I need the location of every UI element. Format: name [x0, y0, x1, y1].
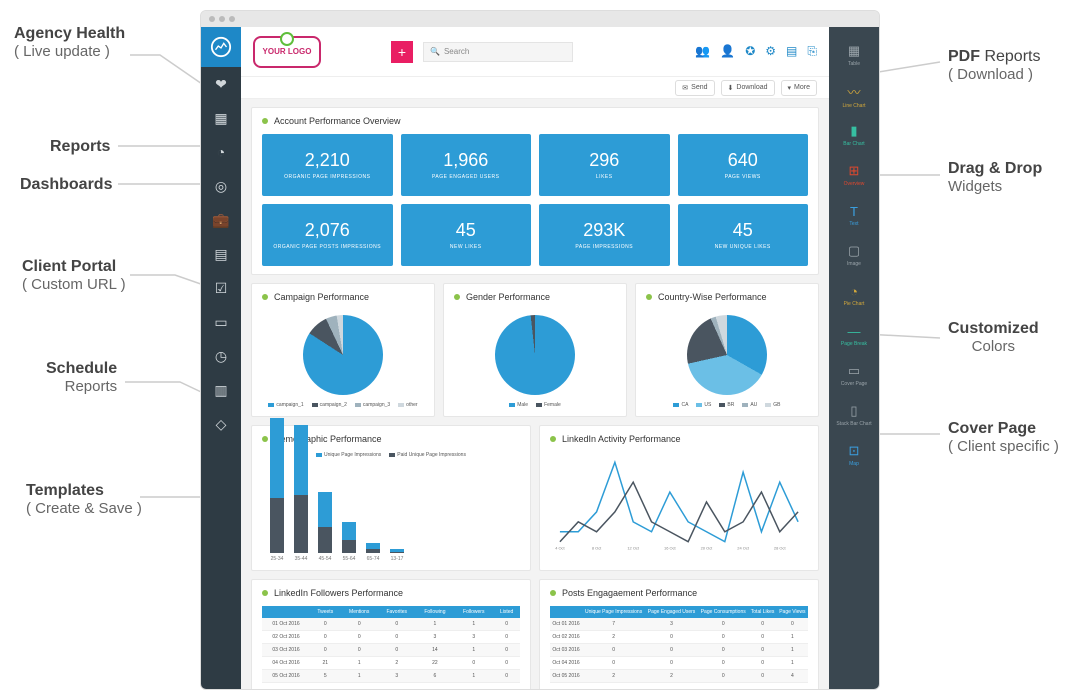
ann-dashboards: Dashboards: [20, 176, 112, 194]
linkedin-activity-title: LinkedIn Activity Performance: [562, 434, 681, 444]
posts-engagement-title: Posts Engagaement Performance: [562, 588, 697, 598]
nav-template-icon[interactable]: ▥: [201, 373, 241, 407]
svg-text:8 Oct: 8 Oct: [592, 546, 602, 551]
gear-icon[interactable]: ⚙: [765, 44, 776, 59]
ann-dragdrop: Drag & DropWidgets: [948, 160, 1042, 196]
nav-check-icon[interactable]: ☑: [201, 271, 241, 305]
nav-health-icon[interactable]: ❤: [201, 67, 241, 101]
metric-tile: 2,076ORGANIC PAGE POSTS IMPRESSIONS: [262, 204, 393, 266]
overview-title: Account Performance Overview: [274, 116, 401, 126]
widget-text[interactable]: TText: [829, 195, 879, 235]
metric-tile: 293KPAGE IMPRESSIONS: [539, 204, 670, 266]
card-linkedin-activity: LinkedIn Activity Performance 4 Oct 8 Oct…: [539, 425, 819, 571]
topbar-icons: 👥 👤 ✪ ⚙ ▤ ⎘: [695, 44, 817, 59]
widget-line-chart[interactable]: 〰Line Chart: [829, 75, 879, 115]
export-icon[interactable]: ⎘: [807, 44, 817, 59]
ann-client-portal: Client Portal( Custom URL ): [22, 258, 126, 294]
search-input[interactable]: 🔍 Search: [423, 42, 573, 62]
sidebar: ❤ ▦ ◔ ◎ 💼 ▤ ☑ ▭ ◷ ▥ ◇: [201, 27, 241, 689]
metric-tile: 45NEW LIKES: [401, 204, 532, 266]
download-button[interactable]: ⬇Download: [721, 80, 775, 96]
widget-stack-bar-chart[interactable]: ▯Stack Bar Chart: [829, 395, 879, 435]
widget-overview[interactable]: ⊞Overview: [829, 155, 879, 195]
ann-reports: Reports: [50, 138, 110, 156]
brand-logo[interactable]: [201, 27, 241, 67]
nav-news-icon[interactable]: ▤: [201, 237, 241, 271]
nav-dashboards-icon[interactable]: ◔: [201, 135, 241, 169]
help-icon[interactable]: ✪: [745, 44, 755, 59]
svg-text:4 Oct: 4 Oct: [555, 546, 565, 551]
svg-text:24 Oct: 24 Oct: [737, 546, 750, 551]
users-icon[interactable]: 👥: [695, 44, 710, 59]
more-button[interactable]: ▾More: [781, 80, 817, 96]
widget-pie-chart[interactable]: ◔Pie Chart: [829, 275, 879, 315]
svg-text:12 Oct: 12 Oct: [627, 546, 640, 551]
card-demographic: Demographic Performance Unique Page Impr…: [251, 425, 531, 571]
app-window: ❤ ▦ ◔ ◎ 💼 ▤ ☑ ▭ ◷ ▥ ◇ YOUR LOGO + 🔍 Sear…: [200, 10, 880, 690]
ann-pdf: PDF Reports( Download ): [948, 48, 1040, 84]
widget-map[interactable]: ⊡Map: [829, 435, 879, 475]
card-posts-engagement: Posts Engagaement Performance Unique Pag…: [539, 579, 819, 689]
svg-text:28 Oct: 28 Oct: [774, 546, 787, 551]
widget-rail: ▦Table〰Line Chart▮Bar Chart⊞OverviewTTex…: [829, 27, 879, 689]
user-add-icon[interactable]: 👤: [720, 44, 735, 59]
card-overview: Account Performance Overview 2,210ORGANI…: [251, 107, 819, 275]
svg-text:16 Oct: 16 Oct: [664, 546, 677, 551]
main-area: YOUR LOGO + 🔍 Search 👥 👤 ✪ ⚙ ▤ ⎘ ✉Send ⬇…: [241, 27, 829, 689]
nav-target-icon[interactable]: ◎: [201, 169, 241, 203]
nav-reports-icon[interactable]: ▦: [201, 101, 241, 135]
client-logo[interactable]: YOUR LOGO: [253, 36, 321, 68]
svg-text:20 Oct: 20 Oct: [701, 546, 714, 551]
linkedin-followers-title: LinkedIn Followers Performance: [274, 588, 403, 598]
widget-bar-chart[interactable]: ▮Bar Chart: [829, 115, 879, 155]
card-linkedin-followers: LinkedIn Followers Performance TweetsMen…: [251, 579, 531, 689]
metric-tile: 296LIKES: [539, 134, 670, 196]
gender-title: Gender Performance: [466, 292, 550, 302]
widget-table[interactable]: ▦Table: [829, 35, 879, 75]
widget-page-break[interactable]: —Page Break: [829, 315, 879, 355]
action-bar: ✉Send ⬇Download ▾More: [241, 77, 829, 99]
widget-image[interactable]: ▢Image: [829, 235, 879, 275]
add-button[interactable]: +: [391, 41, 413, 63]
nav-clock-icon[interactable]: ◷: [201, 339, 241, 373]
metric-tile: 2,210ORGANIC PAGE IMPRESSIONS: [262, 134, 393, 196]
nav-briefcase-icon[interactable]: 💼: [201, 203, 241, 237]
ann-templates: Templates( Create & Save ): [26, 482, 142, 518]
demographic-title: Demographic Performance: [274, 434, 382, 444]
nav-tag-icon[interactable]: ◇: [201, 407, 241, 441]
ann-agency-health: Agency Health( Live update ): [14, 25, 125, 61]
metric-tile: 45NEW UNIQUE LIKES: [678, 204, 809, 266]
window-titlebar: [201, 11, 879, 27]
country-title: Country-Wise Performance: [658, 292, 767, 302]
card-campaign: Campaign Performance campaign_1campaign_…: [251, 283, 435, 417]
search-placeholder: Search: [444, 47, 469, 56]
send-button[interactable]: ✉Send: [675, 80, 714, 96]
content-scroll[interactable]: Account Performance Overview 2,210ORGANI…: [241, 99, 829, 689]
ann-schedule: ScheduleReports: [46, 360, 117, 395]
card-gender: Gender Performance MaleFemale: [443, 283, 627, 417]
metric-tile: 640PAGE VIEWS: [678, 134, 809, 196]
card-country: Country-Wise Performance CAUSBRAUGB: [635, 283, 819, 417]
doc-icon[interactable]: ▤: [786, 44, 797, 59]
ann-colors: CustomizedColors: [948, 320, 1039, 355]
widget-cover-page[interactable]: ▭Cover Page: [829, 355, 879, 395]
metric-tile: 1,966PAGE ENGAGED USERS: [401, 134, 532, 196]
topbar: YOUR LOGO + 🔍 Search 👥 👤 ✪ ⚙ ▤ ⎘: [241, 27, 829, 77]
campaign-title: Campaign Performance: [274, 292, 369, 302]
search-icon: 🔍: [430, 47, 440, 56]
nav-card-icon[interactable]: ▭: [201, 305, 241, 339]
ann-cover: Cover Page( Client specific ): [948, 420, 1059, 456]
